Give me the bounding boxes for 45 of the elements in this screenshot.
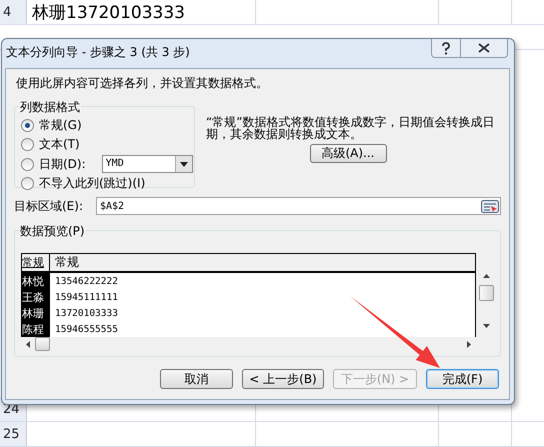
row-number: 4 bbox=[3, 4, 12, 20]
table-cell: 林珊 bbox=[22, 305, 50, 321]
group-title: 数据预览(P) bbox=[19, 223, 86, 240]
description-text: “常规”数据格式将数值转换成数字，日期值会转换成日期，其余数据则转换成文本。 bbox=[206, 116, 496, 140]
help-button[interactable] bbox=[431, 39, 461, 58]
close-button[interactable] bbox=[461, 39, 508, 58]
dropdown-arrow-icon bbox=[180, 162, 188, 166]
scroll-left-icon[interactable] bbox=[26, 340, 30, 348]
table-cell: 陈程 bbox=[22, 321, 50, 337]
destination-label: 目标区域(E): bbox=[14, 198, 84, 214]
wizard-button[interactable]: 完成(F) bbox=[426, 369, 499, 389]
radio-button[interactable] bbox=[21, 177, 34, 190]
row-number: 25 bbox=[3, 426, 20, 442]
wizard-button[interactable]: < 上一步(B) bbox=[242, 369, 324, 389]
advanced-button[interactable]: 高级(A)... bbox=[310, 144, 386, 163]
radio-label[interactable]: 日期(D): bbox=[39, 156, 86, 172]
scroll-right-icon[interactable] bbox=[467, 340, 471, 348]
table-cell-text: 15946555555 bbox=[54, 322, 119, 336]
range-select-icon[interactable] bbox=[481, 200, 499, 212]
wizard-button[interactable]: 取消 bbox=[160, 369, 233, 389]
table-cell: 林悦 bbox=[22, 273, 50, 289]
column-header[interactable]: 常规 bbox=[22, 254, 50, 271]
scroll-thumb[interactable] bbox=[35, 337, 50, 351]
close-icon[interactable] bbox=[478, 43, 490, 53]
table-cell-text: 13720103333 bbox=[54, 306, 119, 320]
scroll-thumb[interactable] bbox=[479, 285, 494, 301]
radio-button[interactable] bbox=[21, 119, 34, 132]
date-format-dropdown[interactable]: YMD bbox=[102, 155, 193, 173]
table-cell-text: 13546222222 bbox=[54, 274, 119, 288]
table-cell: 王淼 bbox=[22, 289, 50, 305]
window-title: 文本分列向导 - 步骤之 3 (共 3 步) bbox=[6, 44, 190, 61]
radio-label[interactable]: 不导入此列(跳过)(I) bbox=[39, 175, 146, 192]
help-icon[interactable] bbox=[441, 42, 451, 54]
instruction-text: 使用此屏内容可选择各列，并设置其数据格式。 bbox=[16, 75, 269, 92]
group-title: 列数据格式 bbox=[19, 99, 81, 116]
column-header[interactable]: 常规 bbox=[50, 254, 475, 271]
radio-button[interactable] bbox=[21, 158, 34, 170]
scroll-down-icon[interactable] bbox=[483, 324, 490, 328]
radio-button[interactable] bbox=[21, 138, 34, 151]
destination-field[interactable]: $A$2 bbox=[96, 197, 501, 215]
scroll-up-icon[interactable] bbox=[483, 274, 490, 278]
table-cell-text: 15945111111 bbox=[54, 290, 119, 304]
cell-text: 林珊13720103333 bbox=[32, 2, 185, 24]
radio-label[interactable]: 常规(G) bbox=[39, 117, 82, 134]
radio-label[interactable]: 文本(T) bbox=[39, 136, 80, 153]
